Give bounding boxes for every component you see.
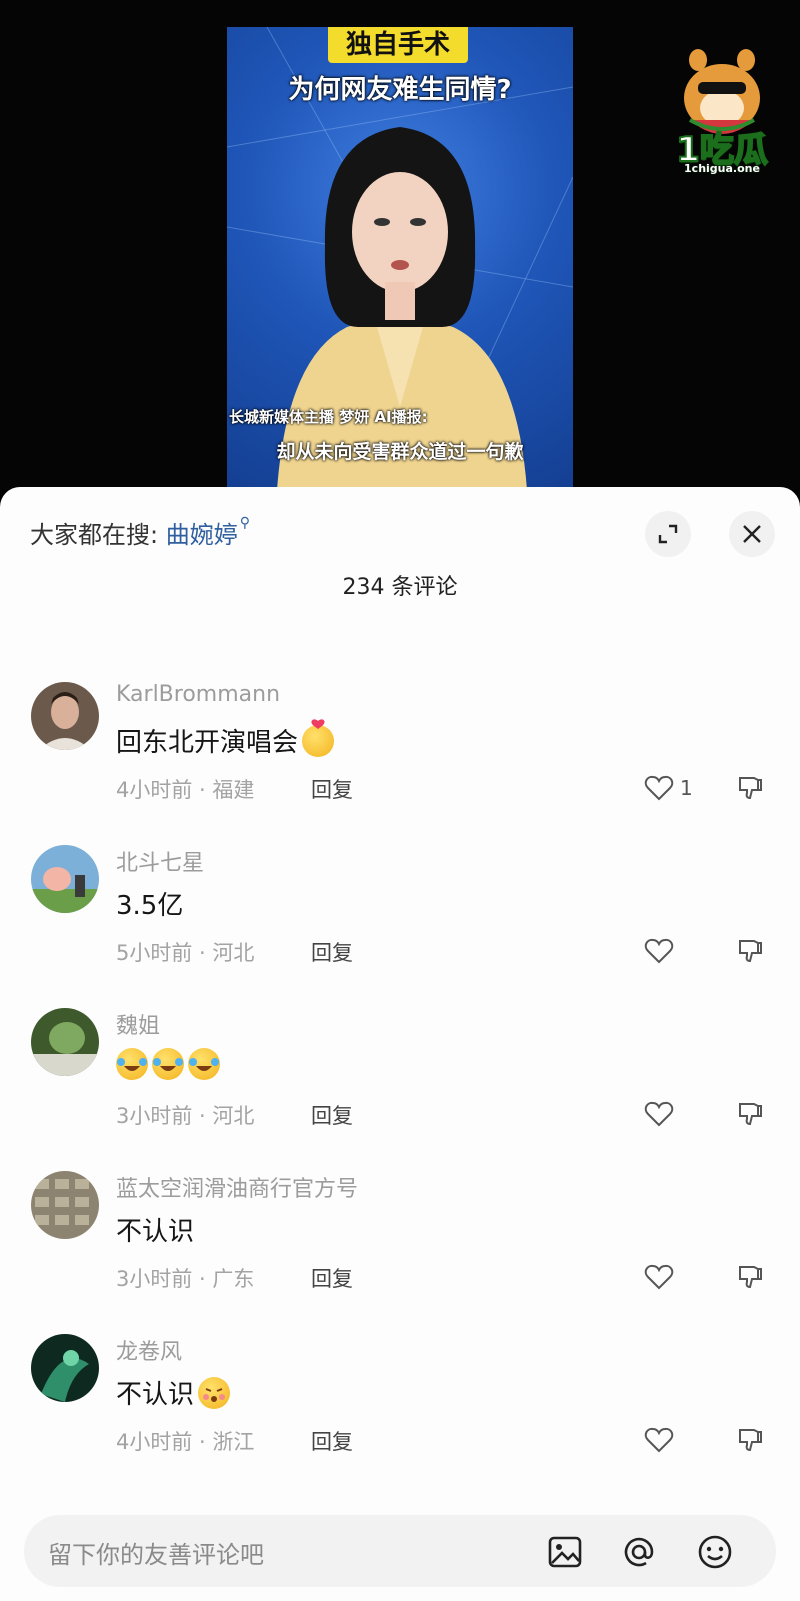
avatar[interactable]	[31, 682, 99, 750]
smiley-icon	[698, 1535, 732, 1569]
comment-username[interactable]: 蓝太空润滑油商行官方号	[116, 1171, 358, 1203]
thumbs-down-icon	[739, 1103, 762, 1126]
search-icon: ⚲	[239, 515, 250, 531]
like-button[interactable]: 1	[644, 774, 693, 802]
avatar[interactable]	[31, 1334, 99, 1402]
video-subtitle-source: 长城新媒体主播 梦妍 AI播报:	[229, 408, 428, 426]
comment-meta: 3小时前 · 河北	[116, 1104, 255, 1128]
heart-icon	[644, 1101, 674, 1127]
dislike-button[interactable]	[736, 1100, 764, 1132]
comment-text: 回东北开演唱会	[116, 718, 335, 759]
video-frame[interactable]: 独自手术 为何网友难生同情? 长城新媒体主播 梦妍 AI播报: 却从未向受害群众…	[227, 27, 573, 490]
reply-button[interactable]: 回复	[311, 937, 353, 967]
dislike-button[interactable]	[736, 1426, 764, 1458]
comment-item: 蓝太空润滑油商行官方号 不认识 3小时前 · 广东 回复	[0, 1171, 800, 1331]
laughing-crying-emoji	[152, 1048, 184, 1080]
video-subtitle-caption: 却从未向受害群众道过一句歉	[276, 441, 524, 463]
hot-search[interactable]: 大家都在搜: 曲婉婷 ⚲	[30, 515, 250, 550]
thumbs-down-icon	[739, 1429, 762, 1452]
comments-sheet: 大家都在搜: 曲婉婷 ⚲ 234 条评论 KarlBrommann 回东北开演唱会	[0, 487, 800, 1601]
heart-icon	[644, 938, 674, 964]
comment-item: KarlBrommann 回东北开演唱会 4小时前 · 福建 回复 1	[0, 682, 800, 842]
emoji-button[interactable]	[696, 1533, 734, 1571]
comment-input[interactable]: 留下你的友善评论吧	[48, 1535, 264, 1570]
avatar[interactable]	[31, 1171, 99, 1239]
kissing-emoji	[198, 1376, 231, 1409]
dislike-button[interactable]	[736, 937, 764, 969]
laughing-crying-emoji	[188, 1048, 220, 1080]
finger-heart-emoji	[302, 718, 335, 757]
at-sign-icon	[624, 1537, 654, 1567]
video-title-tag: 独自手术	[328, 27, 468, 63]
dislike-button[interactable]	[736, 774, 764, 806]
like-button[interactable]	[644, 1263, 674, 1291]
comment-meta: 3小时前 · 广东	[116, 1267, 255, 1291]
presenter-figure	[277, 127, 527, 490]
comment-meta: 4小时前 · 福建	[116, 778, 255, 802]
close-button[interactable]	[729, 511, 775, 557]
comment-input-bar[interactable]: 留下你的友善评论吧	[24, 1515, 776, 1587]
like-button[interactable]	[644, 1100, 674, 1128]
comment-text: 3.5亿	[116, 891, 184, 921]
comment-meta: 5小时前 · 河北	[116, 941, 255, 965]
comment-item: 魏姐 3小时前 · 河北 回复	[0, 1008, 800, 1168]
comment-text-content: 不认识	[116, 1380, 195, 1410]
comment-username[interactable]: 龙卷风	[116, 1334, 182, 1366]
video-title: 为何网友难生同情?	[288, 75, 512, 105]
expand-button[interactable]	[645, 511, 691, 557]
like-button[interactable]	[644, 1426, 674, 1454]
reply-button[interactable]: 回复	[311, 774, 353, 804]
expand-icon	[658, 524, 678, 544]
watermark-logo: 1吃瓜 1chigua.one	[662, 38, 782, 178]
comment-text	[116, 1048, 220, 1080]
comment-meta: 4小时前 · 浙江	[116, 1430, 255, 1454]
comment-text: 不认识	[116, 1374, 231, 1411]
laughing-crying-emoji	[116, 1048, 148, 1080]
comment-item: 北斗七星 3.5亿 5小时前 · 河北 回复	[0, 845, 800, 1005]
heart-icon	[644, 775, 674, 801]
comment-username[interactable]: KarlBrommann	[116, 682, 280, 707]
like-button[interactable]	[644, 937, 674, 965]
avatar[interactable]	[31, 1008, 99, 1076]
avatar[interactable]	[31, 845, 99, 913]
like-count: 1	[680, 776, 693, 800]
comment-item: 龙卷风 不认识 4小时前 · 浙江 回复	[0, 1334, 800, 1494]
mention-button[interactable]	[620, 1533, 658, 1571]
heart-icon	[644, 1264, 674, 1290]
thumbs-down-icon	[739, 1266, 762, 1289]
hot-search-label: 大家都在搜:	[30, 521, 159, 549]
reply-button[interactable]: 回复	[311, 1263, 353, 1293]
comment-username[interactable]: 魏姐	[116, 1008, 160, 1040]
logo-url: 1chigua.one	[684, 162, 760, 175]
comment-username[interactable]: 北斗七星	[116, 845, 204, 877]
comment-count-title: 234 条评论	[342, 575, 458, 600]
reply-button[interactable]: 回复	[311, 1426, 353, 1456]
close-icon	[743, 525, 761, 543]
dislike-button[interactable]	[736, 1263, 764, 1295]
video-player[interactable]: 独自手术 为何网友难生同情? 长城新媒体主播 梦妍 AI播报: 却从未向受害群众…	[0, 0, 800, 490]
reply-button[interactable]: 回复	[311, 1100, 353, 1130]
image-picker-button[interactable]	[546, 1533, 584, 1571]
comment-text-content: 回东北开演唱会	[116, 728, 299, 758]
heart-icon	[644, 1427, 674, 1453]
hot-search-term[interactable]: 曲婉婷	[166, 521, 238, 549]
comment-text: 不认识	[116, 1217, 195, 1247]
image-icon	[548, 1536, 582, 1568]
thumbs-down-icon	[739, 777, 762, 800]
thumbs-down-icon	[739, 940, 762, 963]
